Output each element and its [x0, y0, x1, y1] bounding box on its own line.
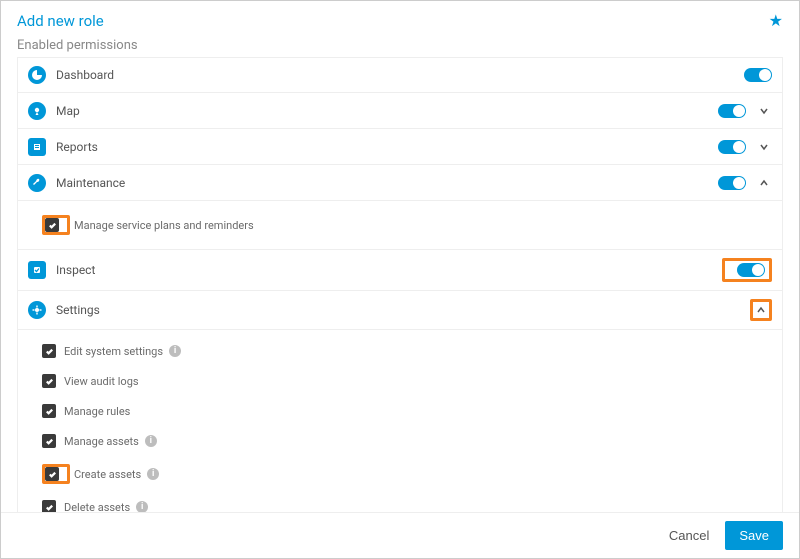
perm-row-inspect: Inspect — [17, 250, 783, 291]
wrench-icon — [28, 174, 46, 192]
checkbox-edit-system[interactable] — [42, 344, 56, 358]
sub-item-manage-assets: Manage assets i — [42, 426, 782, 456]
star-icon[interactable]: ★ — [769, 11, 783, 30]
section-title-enabled-permissions: Enabled permissions — [1, 38, 799, 59]
perm-label: Dashboard — [56, 68, 736, 82]
reports-icon — [28, 138, 46, 156]
sub-item-audit-logs: View audit logs — [42, 366, 782, 396]
highlight-box — [42, 464, 70, 484]
chevron-down-icon[interactable] — [756, 139, 772, 155]
perm-label: Reports — [56, 140, 710, 154]
checkbox-manage-assets[interactable] — [42, 434, 56, 448]
sub-item-label: Delete assets — [64, 501, 130, 513]
highlight-box — [750, 299, 772, 321]
toggle-dashboard[interactable] — [744, 68, 772, 82]
checkbox-delete-assets[interactable] — [42, 500, 56, 512]
checkbox-service-plans[interactable] — [45, 218, 59, 232]
checkbox-create-assets[interactable] — [45, 467, 59, 481]
sub-item-manage-rules: Manage rules — [42, 396, 782, 426]
toggle-map[interactable] — [718, 104, 746, 118]
perm-row-dashboard: Dashboard — [17, 57, 783, 93]
info-icon[interactable]: i — [147, 468, 159, 480]
inspect-icon — [28, 261, 46, 279]
highlight-box — [722, 258, 772, 282]
toggle-reports[interactable] — [718, 140, 746, 154]
sub-item-label: Manage service plans and reminders — [74, 219, 254, 232]
sub-item-label: Manage assets — [64, 435, 139, 448]
sub-item-label: Edit system settings — [64, 345, 163, 358]
perm-label: Map — [56, 104, 710, 118]
sub-item-label: Create assets — [74, 468, 141, 481]
perm-label: Settings — [56, 303, 750, 317]
dialog-header: Add new role ★ — [1, 1, 799, 38]
sub-item-edit-system: Edit system settings i — [42, 336, 782, 366]
toggle-inspect[interactable] — [737, 263, 765, 277]
settings-sublist: Edit system settings i View audit logs M… — [17, 330, 783, 512]
info-icon[interactable]: i — [169, 345, 181, 357]
chevron-up-icon[interactable] — [753, 302, 769, 318]
checkbox-audit-logs[interactable] — [42, 374, 56, 388]
sub-item-label: Manage rules — [64, 405, 130, 418]
perm-row-settings: Settings — [17, 291, 783, 330]
info-icon[interactable]: i — [145, 435, 157, 447]
dialog-footer: Cancel Save — [1, 512, 799, 558]
sub-item-delete-assets: Delete assets i — [42, 492, 782, 512]
perm-label: Inspect — [56, 263, 722, 277]
perm-row-reports: Reports — [17, 129, 783, 165]
permissions-scroll-area: Dashboard Map Reports Maintenance — [1, 57, 799, 512]
sub-item-create-assets: Create assets i — [42, 456, 782, 492]
dialog-title: Add new role — [17, 12, 104, 30]
perm-label: Maintenance — [56, 176, 710, 190]
highlight-box — [42, 215, 70, 235]
sub-item-label: View audit logs — [64, 375, 139, 388]
checkbox-manage-rules[interactable] — [42, 404, 56, 418]
save-button[interactable]: Save — [725, 521, 783, 550]
cancel-button[interactable]: Cancel — [665, 522, 713, 549]
dashboard-icon — [28, 66, 46, 84]
sub-item-service-plans: Manage service plans and reminders — [42, 207, 782, 243]
chevron-down-icon[interactable] — [756, 103, 772, 119]
map-pin-icon — [28, 102, 46, 120]
perm-row-map: Map — [17, 93, 783, 129]
perm-row-maintenance: Maintenance — [17, 165, 783, 201]
chevron-up-icon[interactable] — [756, 175, 772, 191]
toggle-maintenance[interactable] — [718, 176, 746, 190]
info-icon[interactable]: i — [136, 501, 148, 512]
gear-icon — [28, 301, 46, 319]
maintenance-sublist: Manage service plans and reminders — [17, 201, 783, 250]
